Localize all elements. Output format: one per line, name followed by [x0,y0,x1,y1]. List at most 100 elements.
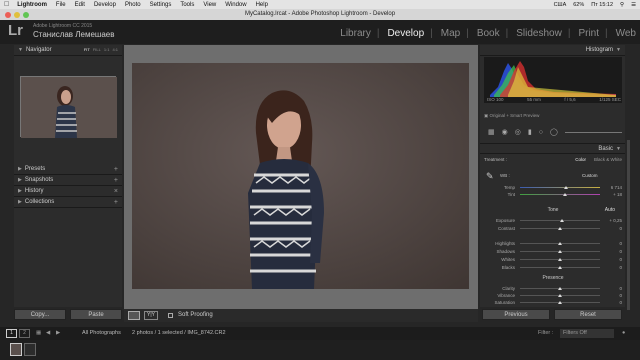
module-web[interactable]: Web [616,28,636,39]
blacks-slider[interactable] [520,266,600,269]
spot-removal-icon[interactable]: ◉ [502,128,508,136]
temp-slider[interactable] [520,186,600,189]
filter-dropdown[interactable]: Filters Off [560,329,614,338]
history-panel-header[interactable]: ▶ History × [14,186,122,197]
filmstrip-source[interactable]: All Photographs [82,330,121,336]
forward-arrow-icon[interactable]: ▶ [56,330,60,336]
menu-settings[interactable]: Settings [150,2,172,8]
menu-window[interactable]: Window [225,2,246,8]
before-after-icon[interactable]: Y|Y [144,311,158,320]
language-indicator[interactable]: США [554,2,567,8]
add-preset-icon[interactable]: + [114,166,118,173]
preview-status[interactable]: ▣ Original + Smart Preview [484,113,539,119]
module-print[interactable]: Print [578,28,599,39]
highlights-value[interactable]: 0 [604,241,622,246]
menu-lightroom[interactable]: Lightroom [17,2,47,8]
vibrance-slider[interactable] [520,294,600,297]
saturation-slider[interactable] [520,301,600,304]
list-icon[interactable]: ☰ [631,2,636,8]
vibrance-slider-handle[interactable] [558,294,562,297]
clarity-slider-handle[interactable] [558,287,562,290]
blacks-value[interactable]: 0 [604,265,622,270]
treatment-color-option[interactable]: Color [575,157,586,162]
menu-edit[interactable]: Edit [75,2,85,8]
histogram-header[interactable]: Histogram ▼ [480,45,625,56]
snapshots-panel-header[interactable]: ▶ Snapshots + [14,175,122,186]
contrast-slider[interactable] [520,227,600,230]
clear-history-icon[interactable]: × [114,188,118,195]
menu-develop[interactable]: Develop [94,2,116,8]
radial-filter-icon[interactable]: ○ [539,129,543,136]
apple-icon[interactable]:  [4,1,9,8]
filmstrip-thumbnail[interactable] [24,343,36,356]
blacks-slider-handle[interactable] [558,266,562,269]
shadows-value[interactable]: 0 [604,249,622,254]
reset-button[interactable]: Reset [554,309,622,320]
wb-dropdown[interactable]: Custom [582,173,598,178]
module-slideshow[interactable]: Slideshow [516,28,562,39]
filter-lock-icon[interactable]: ● [622,330,625,336]
auto-tone-button[interactable]: Auto [605,207,615,213]
zoom-1-1[interactable]: 1:1 [104,47,110,52]
whites-slider-handle[interactable] [558,258,562,261]
filmstrip-thumbnail[interactable] [10,343,22,356]
vibrance-value[interactable]: 0 [604,293,622,298]
brush-slider[interactable] [564,131,622,133]
soft-proofing-checkbox[interactable] [168,313,173,318]
highlights-slider-handle[interactable] [558,242,562,245]
shadows-slider-handle[interactable] [558,250,562,253]
copy-button[interactable]: Copy... [14,309,66,320]
module-develop[interactable]: Develop [387,28,424,39]
add-collection-icon[interactable]: + [114,199,118,206]
saturation-value[interactable]: 0 [604,300,622,305]
module-library[interactable]: Library [340,28,371,39]
basic-panel-header[interactable]: Basic ▼ [480,143,625,154]
zoom-window-button[interactable] [23,12,29,18]
zoom-4-1[interactable]: 4:1 [112,47,118,52]
presets-panel-header[interactable]: ▶ Presets + [14,164,122,175]
zoom-fill[interactable]: FILL [93,47,101,52]
page-2-button[interactable]: 2 [19,329,30,338]
paste-button[interactable]: Paste [70,309,122,320]
temp-value[interactable]: 6 714 [604,185,622,190]
treatment-bw-option[interactable]: Black & White [594,157,622,162]
contrast-slider-handle[interactable] [558,227,562,230]
right-panel-scrollbar[interactable] [627,140,630,310]
navigator-preview[interactable] [20,76,117,138]
menu-help[interactable]: Help [256,2,268,8]
exposure-value[interactable]: + 0,25 [604,218,622,223]
saturation-slider-handle[interactable] [558,301,562,304]
collections-panel-header[interactable]: ▶ Collections + [14,197,122,208]
adjustment-brush-icon[interactable]: ◯ [550,128,558,136]
battery-indicator[interactable]: 62% [573,2,584,8]
search-icon[interactable]: ⚲ [620,2,624,8]
exposure-slider-handle[interactable] [560,219,565,222]
contrast-value[interactable]: 0 [604,226,622,231]
whites-slider[interactable] [520,258,600,261]
clarity-slider[interactable] [520,287,600,290]
module-book[interactable]: Book [477,28,500,39]
module-map[interactable]: Map [441,28,460,39]
shadows-slider[interactable] [520,250,600,253]
loupe-view-icon[interactable] [128,311,140,320]
tint-slider-handle[interactable] [562,193,567,196]
temp-slider-handle[interactable] [563,186,568,189]
graduated-filter-icon[interactable]: ▮ [528,128,532,136]
page-1-button[interactable]: 1 [6,329,17,338]
menu-photo[interactable]: Photo [125,2,141,8]
wb-eyedropper-icon[interactable]: ✎ [486,171,494,182]
tint-value[interactable]: + 18 [604,192,622,197]
crop-tool-icon[interactable]: ▦ [488,128,495,136]
minimize-window-button[interactable] [14,12,20,18]
tint-slider[interactable] [520,193,600,196]
exposure-slider[interactable] [520,219,600,222]
menu-file[interactable]: File [56,2,66,8]
clock[interactable]: Пт 15:12 [591,2,613,8]
previous-button[interactable]: Previous [482,309,550,320]
red-eye-icon[interactable]: ◎ [515,128,521,136]
add-snapshot-icon[interactable]: + [114,177,118,184]
histogram[interactable]: ISO 100 55 mm f / 5,6 1/125 SEC [484,57,622,103]
navigator-header[interactable]: ▼ Navigator FIT FILL 1:1 4:1 [14,45,122,56]
menu-view[interactable]: View [203,2,216,8]
highlights-slider[interactable] [520,242,600,245]
